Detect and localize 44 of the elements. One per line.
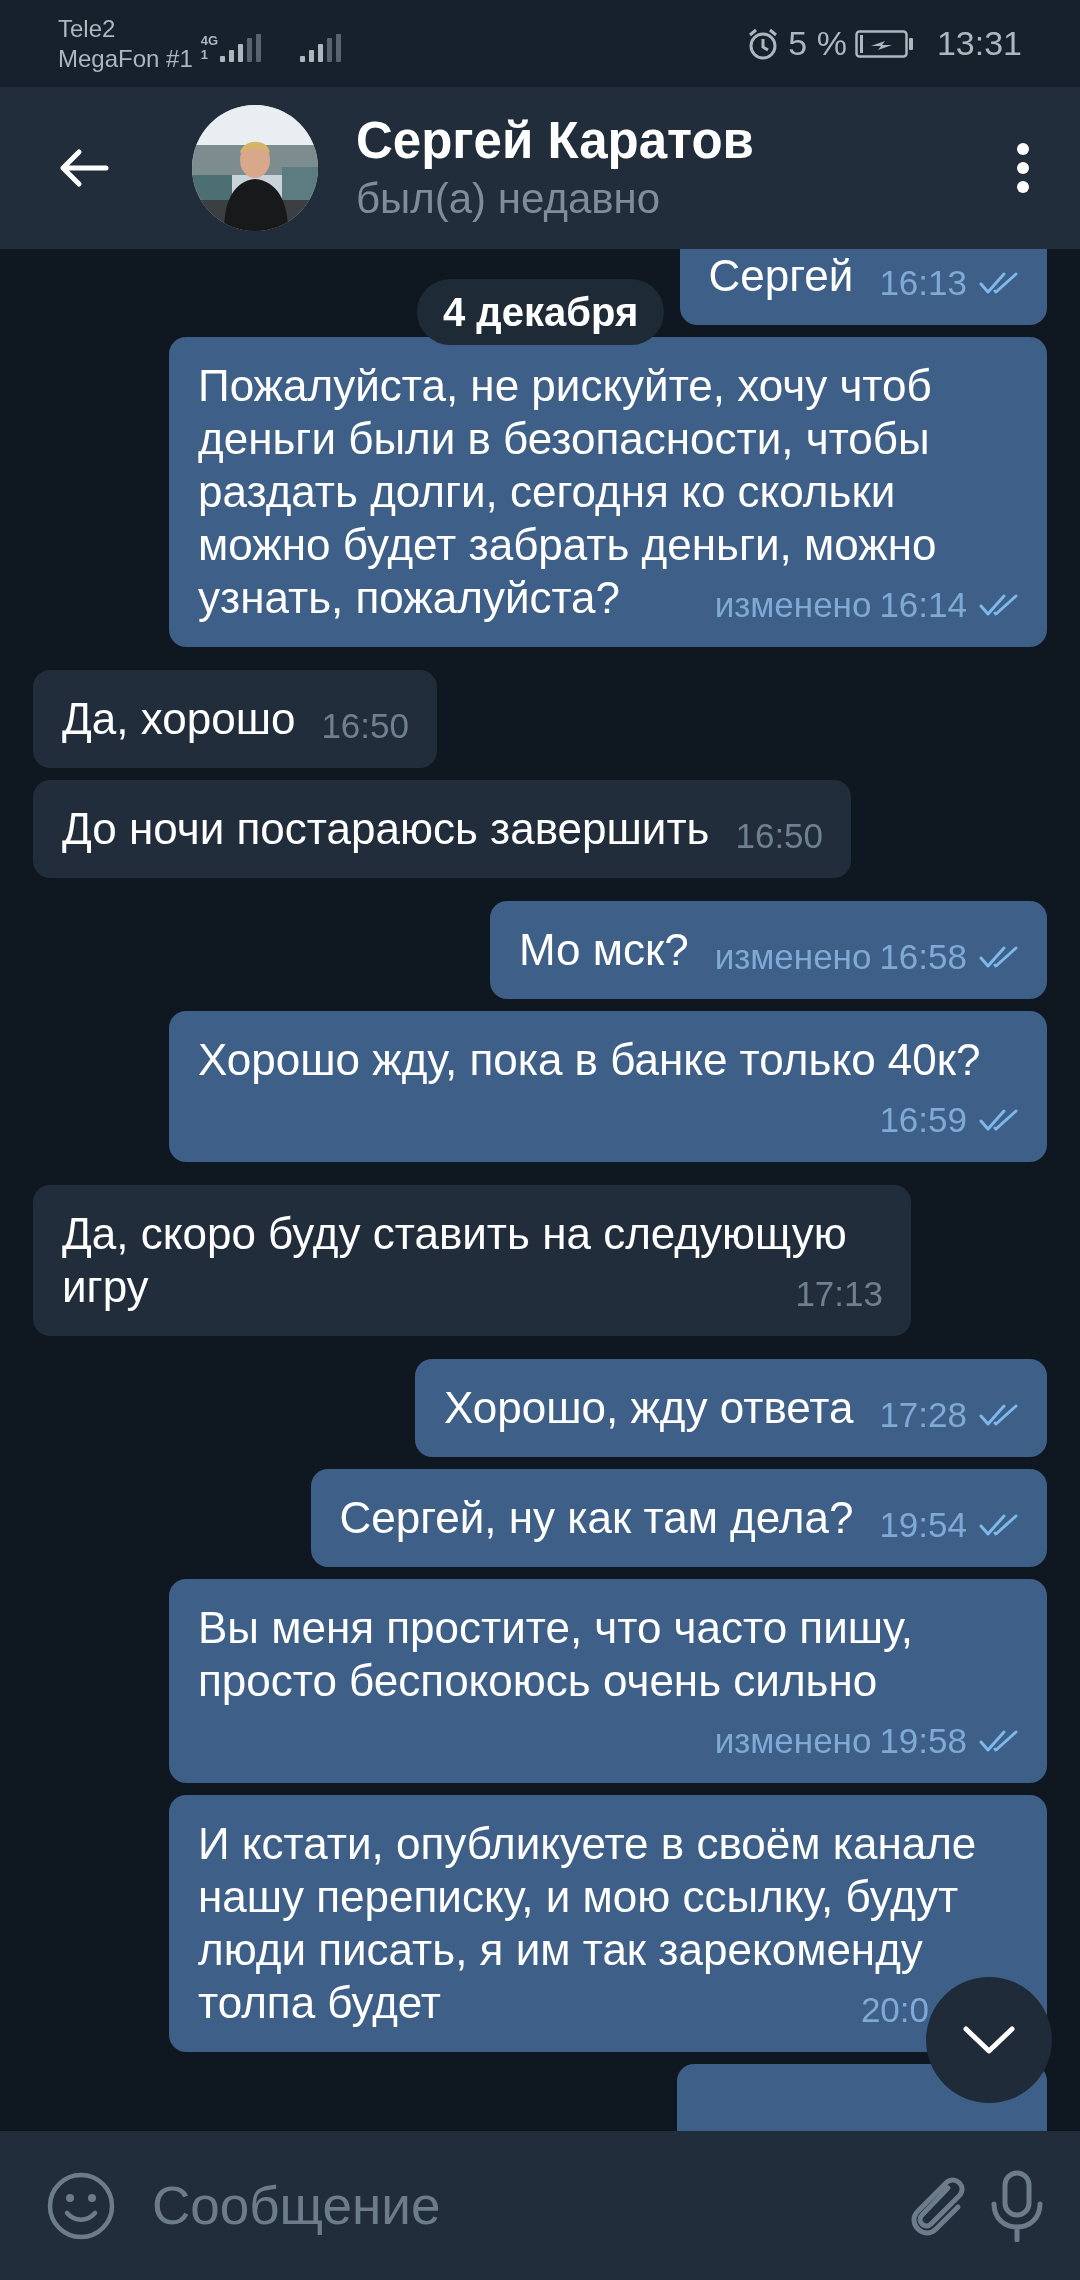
carrier-name: Tele2 <box>58 15 117 42</box>
edited-label: изменено <box>714 1721 872 1761</box>
edited-label: изменено <box>714 937 872 977</box>
message-bubble: Пожалуйста, не рискуйте, хочу чтоб деньги были в безопасности, чтобы раздать долги, сегодня ко скольки можно будет забрать деньги, можно узнать, пожалуйста? изменено 16:14 <box>169 337 1047 647</box>
sim-number: 1 <box>200 47 209 62</box>
message-input-bar[interactable]: Сообщение <box>0 2131 1080 2280</box>
message-time: 16:59 <box>879 1100 967 1140</box>
message-time: 16:50 <box>321 706 409 746</box>
message-time: 16:13 <box>879 263 967 303</box>
message-bubble: Вы меня простите, что часто пишу, просто беспокоюсь очень сильно изменено 19:58 <box>169 1579 1047 1783</box>
message-bubble: Да, хорошо 16:50 <box>33 670 437 768</box>
message-field[interactable]: Сообщение <box>136 2165 888 2246</box>
message-time: 16:50 <box>735 816 824 856</box>
message-time: 19:54 <box>879 1505 967 1545</box>
microphone-icon[interactable] <box>990 2169 1044 2242</box>
battery-icon <box>854 29 915 58</box>
message-bubble: Сергей 16:13 <box>679 249 1047 325</box>
message-bubble: Мо мск? изменено 16:58 <box>489 901 1047 999</box>
more-icon[interactable] <box>1016 142 1030 194</box>
contact-name: Сергей Каратов <box>356 113 755 169</box>
last-seen-status: был(а) недавно <box>356 175 662 223</box>
signal-icon <box>220 33 263 62</box>
battery-percent: 5 % <box>788 24 847 63</box>
chevron-down-icon <box>962 2025 1016 2055</box>
signal-icon <box>300 33 343 62</box>
message-time: 17:28 <box>879 1395 967 1435</box>
message-time: 20:0 <box>860 1990 929 2030</box>
message-time: 16:58 <box>879 937 967 977</box>
message-bubble: Хорошо, жду ответа 17:28 <box>414 1359 1047 1457</box>
back-icon[interactable] <box>58 148 110 188</box>
message-time: 17:13 <box>795 1274 883 1314</box>
carrier-name: MegaFon #1 <box>58 45 193 72</box>
message-bubble: И кстати, опубликуете в своём канале нашу переписку, и мою ссылку, будут люди писать, я им так зарекоменду толпа будет 20:0 <box>169 1795 1047 2052</box>
clock: 13:31 <box>936 24 1022 63</box>
message-bubble: Сергей, ну как там дела? 19:54 <box>310 1469 1047 1567</box>
edited-label: изменено <box>714 585 872 625</box>
message-time: 19:58 <box>879 1721 967 1761</box>
date-badge: 4 декабря <box>417 279 665 345</box>
message-bubble: До ночи постараюсь завершить 16:50 <box>33 780 852 878</box>
message-bubble: Хорошо жду, пока в банке только 40к? 16:59 <box>169 1011 1047 1162</box>
message-time: 16:14 <box>879 585 967 625</box>
network-type: 4G <box>200 33 219 48</box>
message-bubble: Да, скоро буду ставить на следующую игру 17:13 <box>33 1185 911 1336</box>
emoji-icon[interactable] <box>46 2170 116 2241</box>
